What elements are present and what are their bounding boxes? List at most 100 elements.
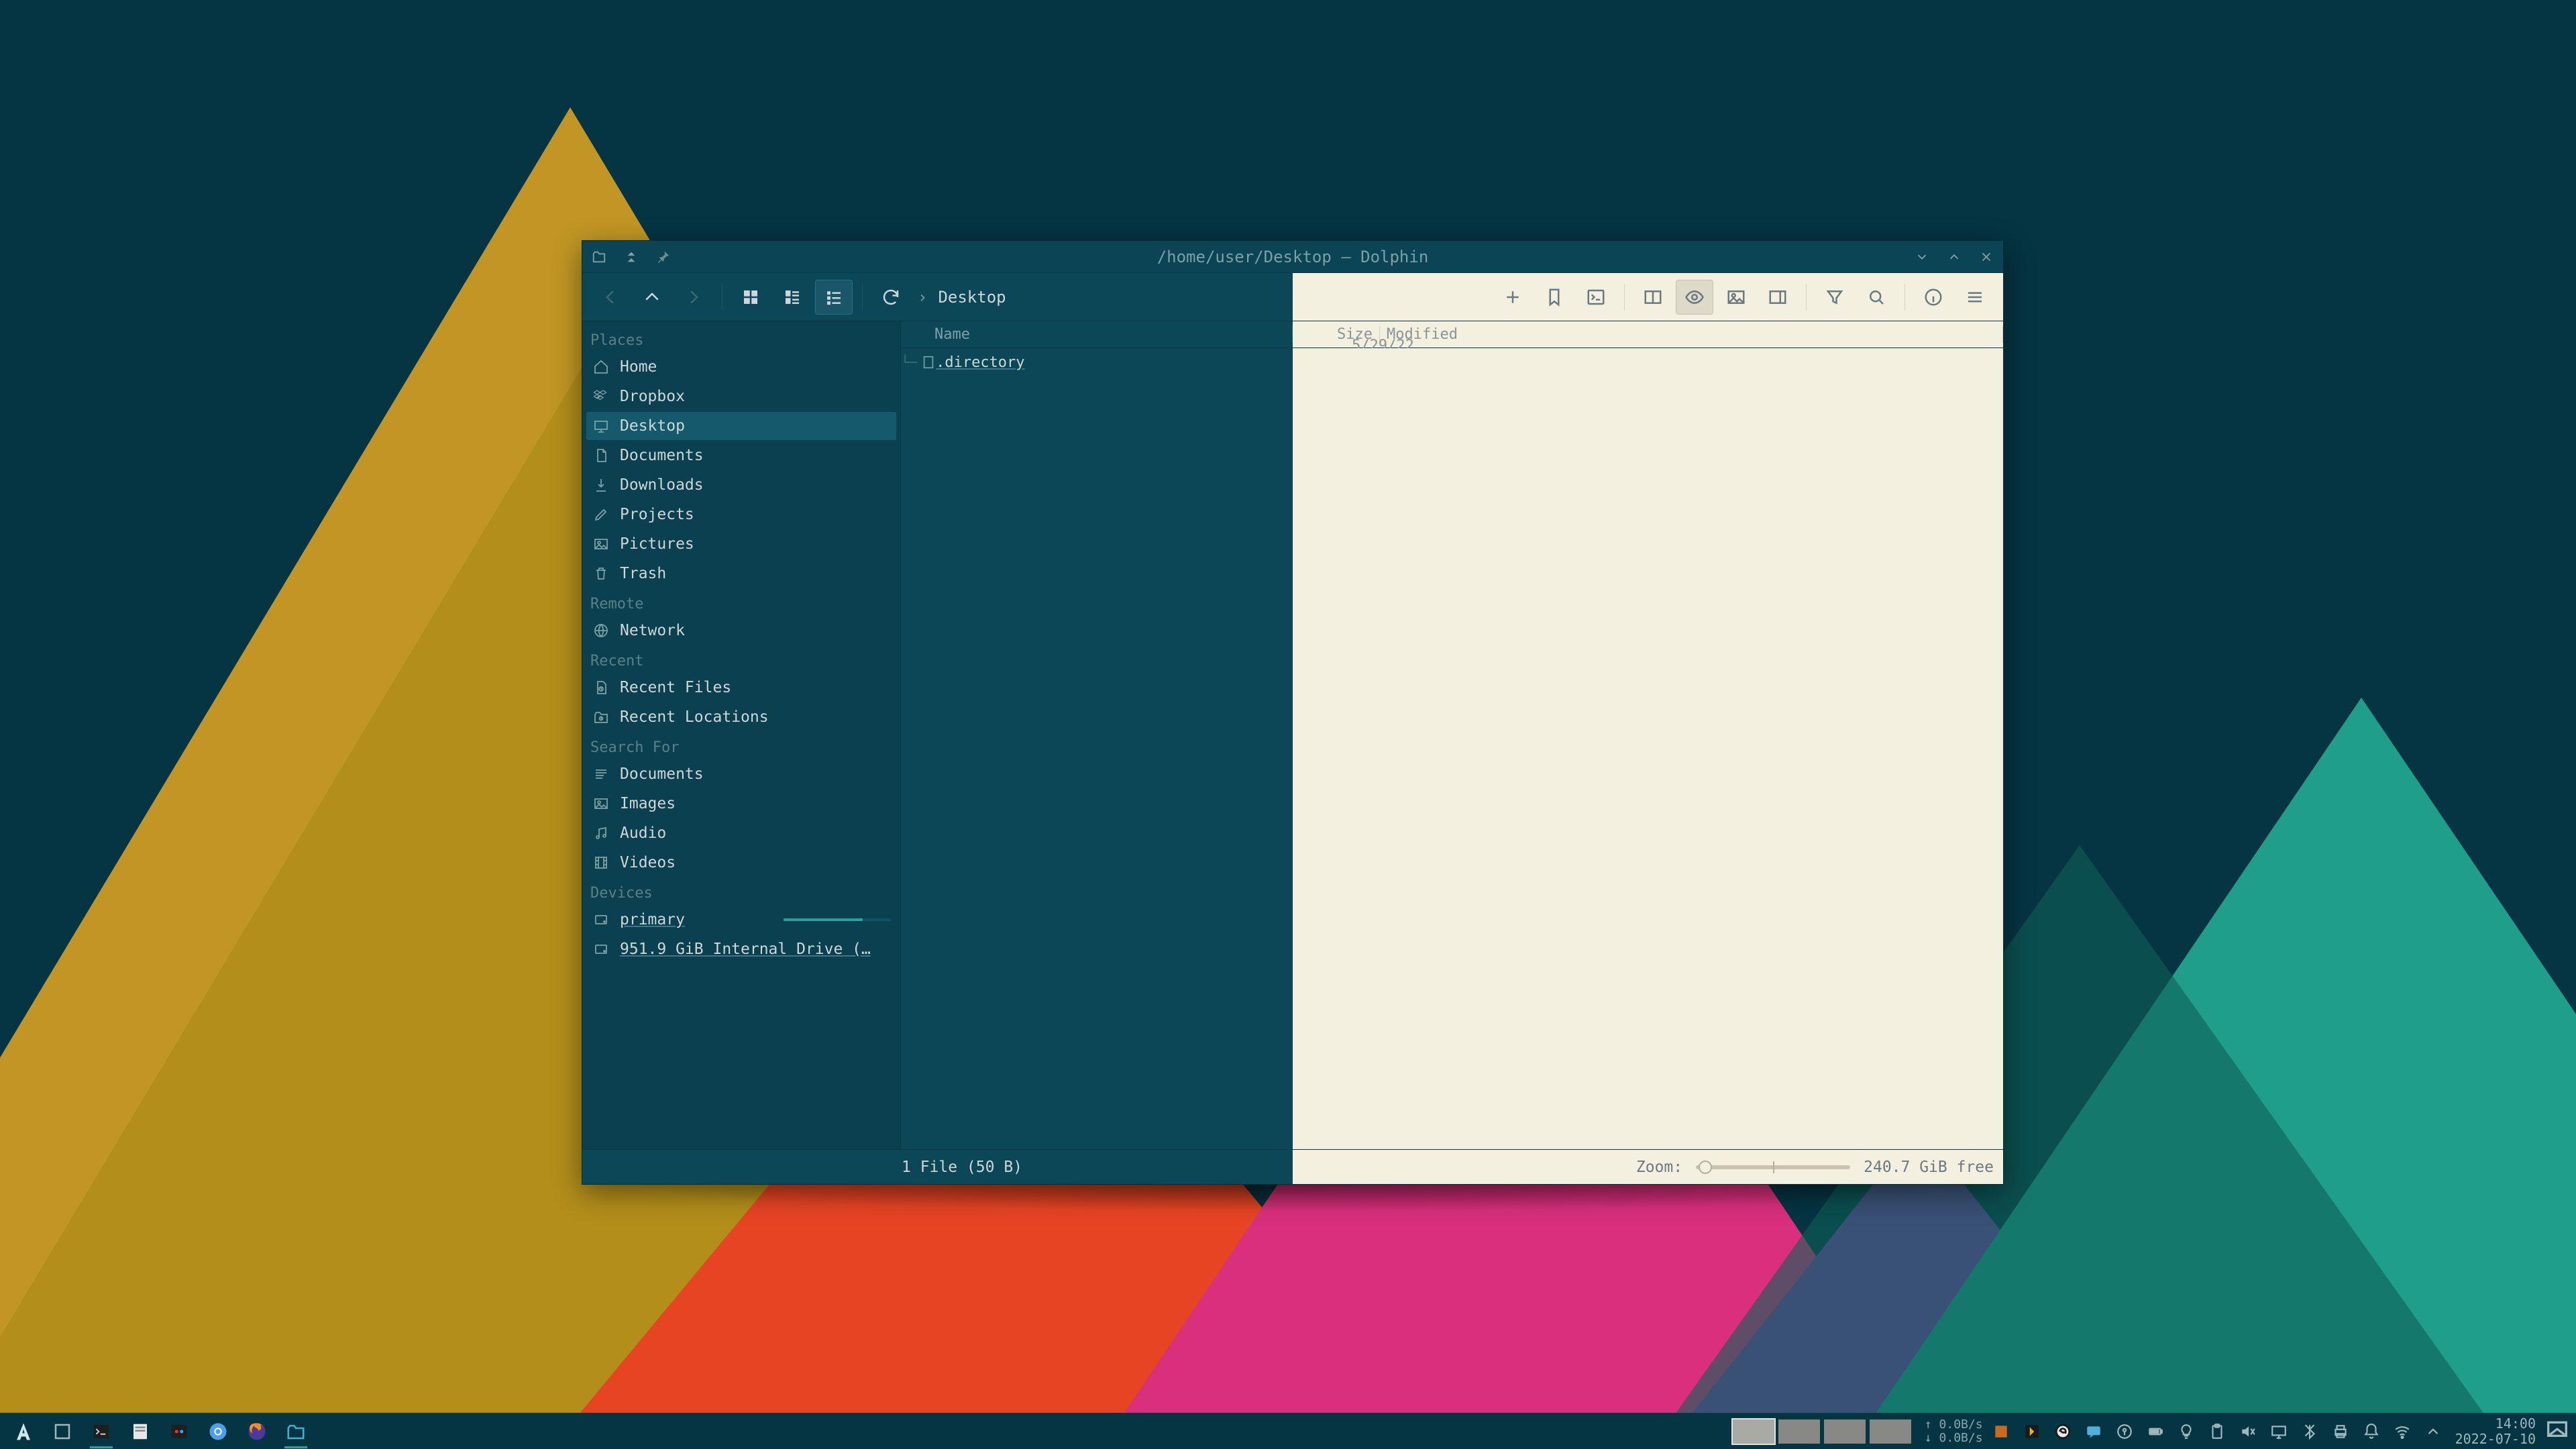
breadcrumb-current[interactable]: Desktop — [938, 288, 1006, 307]
sidebar-item-primary[interactable]: primary — [586, 906, 896, 934]
view-details-button[interactable] — [815, 280, 853, 315]
sidebar-item-pictures[interactable]: Pictures — [586, 530, 896, 558]
sidebar-item-label: Pictures — [620, 535, 694, 553]
disk-icon — [592, 940, 610, 959]
sidebar-item-home[interactable]: Home — [586, 353, 896, 381]
close-button[interactable] — [1978, 248, 1995, 266]
sidebar-item-label: Videos — [620, 854, 676, 871]
taskbar-clock[interactable]: 14:00 2022-07-10 — [2455, 1416, 2536, 1447]
places-sidebar[interactable]: PlacesHomeDropboxDesktopDocumentsDownloa… — [582, 321, 901, 1149]
taskbar-app-2[interactable] — [161, 1417, 197, 1446]
panel-toggle-button[interactable] — [1759, 280, 1796, 315]
film-icon — [592, 853, 610, 872]
home-icon — [592, 358, 610, 376]
pager-desktop-2[interactable] — [1778, 1419, 1820, 1444]
forward-button[interactable] — [675, 280, 712, 315]
sidebar-item-audio[interactable]: Audio — [586, 819, 896, 847]
tray-sync-icon[interactable] — [2051, 1420, 2074, 1443]
tray-bluetooth-icon[interactable] — [2298, 1420, 2321, 1443]
breadcrumb[interactable]: › Desktop — [918, 288, 1006, 307]
tray-icon-1[interactable] — [1990, 1420, 2012, 1443]
virtual-desktop-pager[interactable] — [1733, 1419, 1911, 1444]
terminal-button[interactable] — [1577, 280, 1615, 315]
sidebar-item-recent-files[interactable]: Recent Files — [586, 674, 896, 702]
column-headers[interactable]: Name Size Modified — [901, 321, 2003, 348]
tray-battery-icon[interactable] — [2144, 1420, 2167, 1443]
sidebar-item-label: 951.9 GiB Internal Drive (… — [620, 941, 871, 958]
sidebar-item-label: Images — [620, 795, 676, 812]
tray-bulb-icon[interactable] — [2175, 1420, 2198, 1443]
pin-icon[interactable] — [655, 248, 672, 266]
maximize-button[interactable] — [1945, 248, 1963, 266]
taskbar-firefox[interactable] — [239, 1417, 275, 1446]
sidebar-heading: Places — [586, 325, 896, 352]
minimize-button[interactable] — [1913, 248, 1931, 266]
new-button[interactable] — [1494, 280, 1532, 315]
sidebar-item-images[interactable]: Images — [586, 790, 896, 818]
tray-notifications-icon[interactable] — [2360, 1420, 2383, 1443]
pager-desktop-4[interactable] — [1870, 1419, 1911, 1444]
shade-icon[interactable] — [623, 248, 640, 266]
sidebar-item-label: Network — [620, 622, 685, 639]
sidebar-item-951-9-gib-internal-drive-[interactable]: 951.9 GiB Internal Drive (… — [586, 935, 896, 963]
menu-button[interactable] — [1956, 280, 1994, 315]
taskbar-dolphin[interactable] — [278, 1417, 314, 1446]
sidebar-item-videos[interactable]: Videos — [586, 849, 896, 877]
taskbar-chromium[interactable] — [200, 1417, 236, 1446]
file-row[interactable]: └─.directory50 B5/29/22 at 1:46 PM — [901, 348, 1292, 376]
taskbar-terminal[interactable] — [83, 1417, 119, 1446]
sidebar-item-downloads[interactable]: Downloads — [586, 471, 896, 499]
tray-volume-icon[interactable] — [2237, 1420, 2259, 1443]
app-launcher[interactable] — [5, 1417, 42, 1446]
show-desktop-button[interactable] — [2544, 1417, 2571, 1446]
tray-printer-icon[interactable] — [2329, 1420, 2352, 1443]
net-speed: ↑ 0.0B/s ↓ 0.0B/s — [1925, 1418, 1983, 1445]
sidebar-item-desktop[interactable]: Desktop — [586, 412, 896, 440]
view-icons-button[interactable] — [732, 280, 769, 315]
sidebar-item-dropbox[interactable]: Dropbox — [586, 382, 896, 411]
tray-keyring-icon[interactable] — [2113, 1420, 2136, 1443]
tray-display-icon[interactable] — [2267, 1420, 2290, 1443]
search-button[interactable] — [1858, 280, 1895, 315]
bookmark-button[interactable] — [1536, 280, 1573, 315]
free-space: 240.7 GiB free — [1864, 1159, 1994, 1176]
chevron-right-icon: › — [918, 288, 927, 307]
tray-plex-icon[interactable] — [2021, 1420, 2043, 1443]
sidebar-heading: Recent — [586, 646, 896, 672]
sidebar-item-projects[interactable]: Projects — [586, 500, 896, 529]
preview-button[interactable] — [1676, 280, 1713, 315]
tray-clipboard-icon[interactable] — [2206, 1420, 2229, 1443]
taskbar-editor[interactable] — [122, 1417, 158, 1446]
sidebar-item-documents[interactable]: Documents — [586, 441, 896, 470]
tray-expand-icon[interactable] — [2422, 1420, 2445, 1443]
sidebar-heading: Devices — [586, 878, 896, 904]
sidebar-item-recent-locations[interactable]: Recent Locations — [586, 703, 896, 731]
zoom-slider[interactable] — [1696, 1165, 1850, 1169]
pager-desktop-1[interactable] — [1733, 1419, 1774, 1444]
filter-button[interactable] — [1816, 280, 1854, 315]
sidebar-item-network[interactable]: Network — [586, 616, 896, 645]
col-modified[interactable]: Modified — [1380, 326, 2003, 343]
dolphin-window: /home/user/Desktop — Dolphin › Desktop — [582, 240, 2004, 1185]
taskbar-app-1[interactable] — [44, 1417, 80, 1446]
app-icon[interactable] — [590, 248, 608, 266]
titlebar[interactable]: /home/user/Desktop — Dolphin — [582, 241, 2003, 273]
reload-button[interactable] — [872, 280, 910, 315]
tray-chat-icon[interactable] — [2082, 1420, 2105, 1443]
pager-desktop-3[interactable] — [1824, 1419, 1866, 1444]
col-name[interactable]: Name — [928, 326, 1293, 343]
info-button[interactable] — [1915, 280, 1952, 315]
taskbar[interactable]: ↑ 0.0B/s ↓ 0.0B/s 14:00 2022-07-10 — [0, 1413, 2576, 1449]
view-compact-button[interactable] — [773, 280, 811, 315]
tray-wifi-icon[interactable] — [2391, 1420, 2414, 1443]
sidebar-item-trash[interactable]: Trash — [586, 559, 896, 588]
image-button[interactable] — [1717, 280, 1755, 315]
download-icon — [592, 476, 610, 494]
up-button[interactable] — [633, 280, 671, 315]
file-list[interactable]: └─.directory50 B5/29/22 at 1:46 PM — [901, 348, 1293, 1149]
back-button[interactable] — [592, 280, 629, 315]
sidebar-item-label: Home — [620, 358, 657, 376]
network-icon — [592, 621, 610, 640]
split-view-button[interactable] — [1634, 280, 1672, 315]
sidebar-item-documents[interactable]: Documents — [586, 760, 896, 788]
